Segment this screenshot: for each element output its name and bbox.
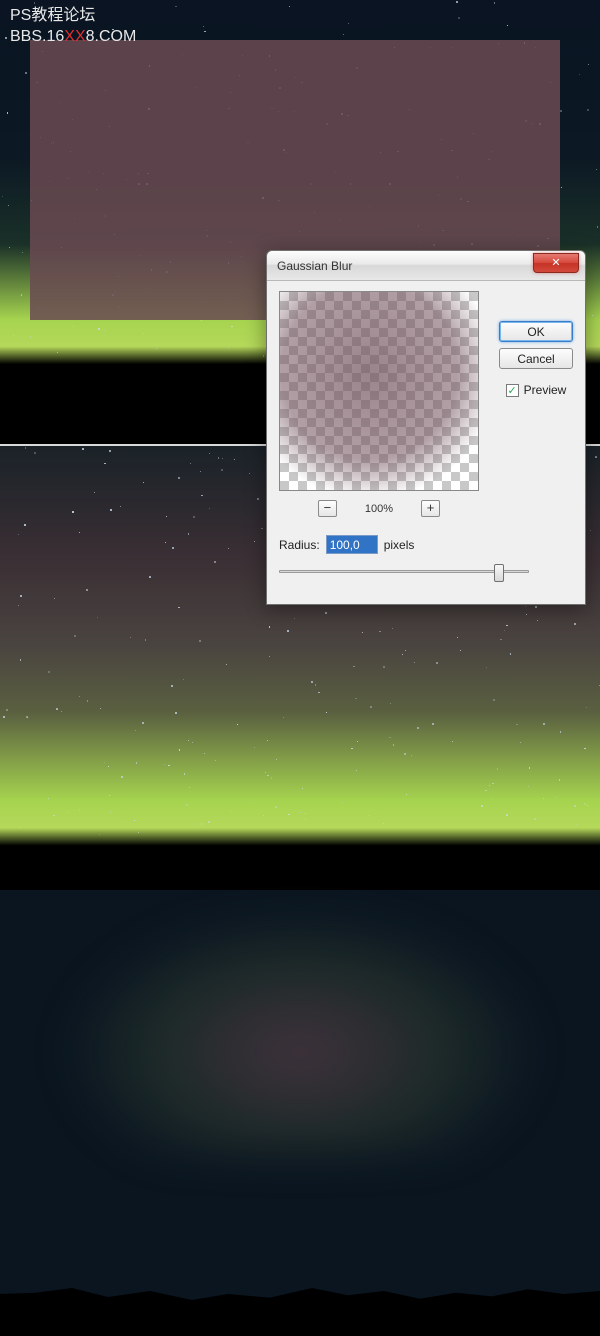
cancel-button[interactable]: Cancel — [499, 348, 573, 369]
close-button[interactable]: ✕ — [533, 253, 579, 273]
radius-slider[interactable] — [279, 562, 529, 582]
radius-row: Radius: pixels — [279, 535, 573, 554]
radius-unit: pixels — [384, 538, 415, 552]
radius-input[interactable] — [326, 535, 378, 554]
preview-checkbox-label: Preview — [524, 383, 567, 397]
zoom-out-button[interactable]: − — [318, 500, 337, 517]
slider-track — [279, 570, 529, 573]
filter-preview[interactable] — [279, 291, 479, 491]
aurora-haze — [50, 896, 550, 1156]
ok-button[interactable]: OK — [499, 321, 573, 342]
zoom-controls: − 100% + — [279, 500, 479, 517]
dialog-title: Gaussian Blur — [277, 259, 533, 273]
close-icon: ✕ — [551, 256, 560, 269]
dialog-body: OK Cancel ✓ Preview − 100% + Radius: pix… — [267, 281, 585, 592]
dialog-button-column: OK Cancel ✓ Preview — [499, 321, 573, 397]
preview-checkbox-row[interactable]: ✓ Preview — [506, 383, 567, 397]
horizon-silhouette-bottom — [0, 1276, 600, 1336]
preview-checker — [280, 292, 478, 490]
gaussian-blur-dialog: Gaussian Blur ✕ OK Cancel ✓ Preview − 10… — [266, 250, 586, 605]
preview-checkbox[interactable]: ✓ — [506, 384, 519, 397]
dialog-titlebar[interactable]: Gaussian Blur ✕ — [267, 251, 585, 281]
zoom-percent: 100% — [365, 503, 393, 515]
slider-thumb[interactable] — [494, 564, 504, 582]
radius-label: Radius: — [279, 538, 320, 552]
zoom-in-button[interactable]: + — [421, 500, 440, 517]
